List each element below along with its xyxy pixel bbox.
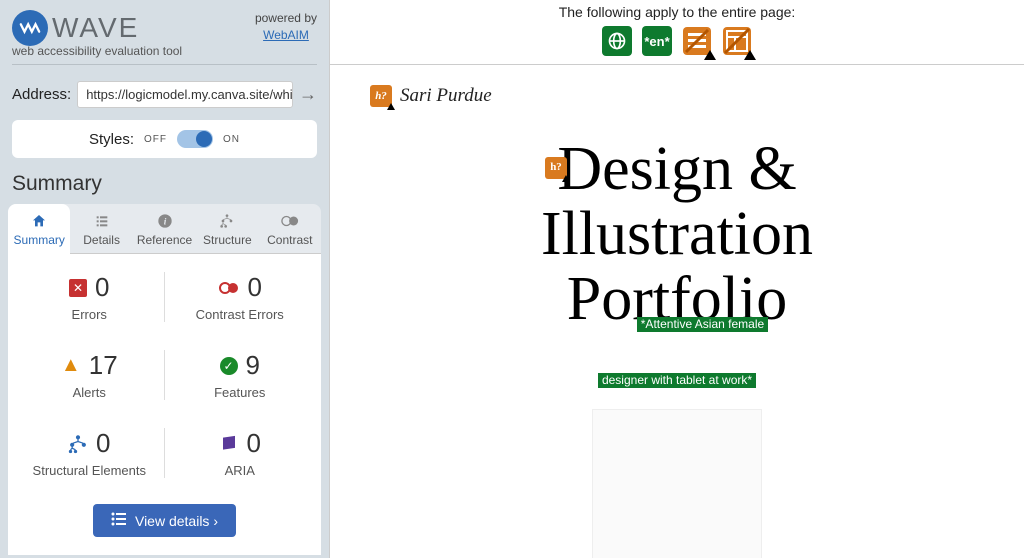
stat-aria[interactable]: 0 ARIA (165, 428, 316, 478)
stat-label: Structural Elements (33, 463, 146, 478)
language-icon[interactable] (602, 26, 632, 56)
no-regions-icon[interactable] (682, 26, 712, 56)
warning-triangle-icon (562, 175, 570, 182)
tab-details[interactable]: Details (70, 204, 132, 254)
sidebar-tabs: Summary Details i Reference Structure Co… (8, 204, 321, 254)
stat-alerts[interactable]: ▲ 17 Alerts (14, 350, 165, 400)
tab-label: Structure (203, 233, 252, 247)
stat-label: Contrast Errors (196, 307, 284, 322)
hero-image-placeholder (592, 409, 762, 558)
stat-label: Features (214, 385, 265, 400)
toggle-knob (196, 131, 212, 147)
go-arrow-icon[interactable]: → (299, 84, 317, 105)
main-content: The following apply to the entire page: … (330, 0, 1024, 558)
contrast-errors-icon (218, 278, 240, 298)
logo-area: WAVE (12, 10, 139, 46)
structure-icon (68, 434, 88, 454)
list-icon (93, 212, 111, 230)
header-top: WAVE powered by WebAIM (12, 10, 317, 46)
webaim-link[interactable]: WebAIM (263, 28, 309, 42)
features-icon: ✓ (220, 357, 238, 375)
tab-summary[interactable]: Summary (8, 204, 70, 254)
tab-structure[interactable]: Structure (196, 204, 258, 254)
stat-errors[interactable]: ✕ 0 Errors (14, 272, 165, 322)
powered-by: powered by WebAIM (255, 10, 317, 44)
alerts-icon: ▲ (61, 356, 81, 376)
hero-line-1: Design & (370, 137, 984, 202)
logo-text: WAVE (52, 12, 139, 44)
tagline: web accessibility evaluation tool (12, 44, 317, 58)
tab-label: Contrast (267, 233, 312, 247)
tab-label: Summary (14, 233, 65, 247)
stat-value: 0 (247, 428, 261, 459)
styles-toggle-row: Styles: OFF ON (12, 120, 317, 158)
warning-triangle-icon (744, 50, 756, 60)
stat-value: 0 (96, 428, 110, 459)
wave-sidebar: WAVE powered by WebAIM web accessibility… (0, 0, 330, 558)
styles-toggle[interactable] (177, 130, 213, 148)
address-label: Address: (12, 86, 71, 103)
wave-logo-icon (12, 10, 48, 46)
stat-value: 9 (246, 350, 260, 381)
page-level-icons: *en* (330, 26, 1024, 65)
tab-label: Reference (137, 233, 192, 247)
tab-contrast[interactable]: Contrast (259, 204, 321, 254)
styles-label: Styles: (89, 131, 134, 148)
hero-heading: h? Design & Illustration Portfolio *Atte… (370, 137, 984, 558)
stat-value: 0 (248, 272, 262, 303)
list-icon (111, 512, 127, 529)
alt-text-badge[interactable]: *Attentive Asian female (637, 317, 768, 332)
lang-en-badge[interactable]: *en* (642, 26, 672, 56)
button-label: View details › (135, 513, 218, 529)
errors-icon: ✕ (69, 279, 87, 297)
page-notice: The following apply to the entire page: (330, 0, 1024, 26)
powered-label: powered by (255, 11, 317, 25)
stat-features[interactable]: ✓ 9 Features (165, 350, 316, 400)
sidebar-header: WAVE powered by WebAIM web accessibility… (0, 0, 329, 73)
heading-marker-icon[interactable]: h? (370, 85, 392, 107)
author-row: h? Sari Purdue (370, 85, 984, 107)
svg-text:i: i (163, 217, 166, 227)
summary-grid: ✕ 0 Errors 0 Contrast Errors ▲ 17 Alerts (8, 254, 321, 496)
page-preview: h? Sari Purdue h? Design & Illustration … (330, 65, 1024, 558)
aria-icon (219, 434, 239, 454)
stat-contrast-errors[interactable]: 0 Contrast Errors (165, 272, 316, 322)
stat-structural[interactable]: 0 Structural Elements (14, 428, 165, 478)
stat-label: Errors (72, 307, 107, 322)
tab-label: Details (83, 233, 120, 247)
styles-off-label: OFF (144, 134, 167, 145)
heading-marker-icon[interactable]: h? (545, 157, 567, 179)
tab-reference[interactable]: i Reference (133, 204, 196, 254)
address-row: Address: https://logicmodel.my.canva.sit… (0, 73, 329, 116)
no-headings-icon[interactable] (722, 26, 752, 56)
alt-text-badge[interactable]: designer with tablet at work* (598, 373, 756, 388)
home-icon (30, 212, 48, 230)
author-name: Sari Purdue (400, 85, 492, 107)
styles-on-label: ON (223, 134, 240, 145)
address-input[interactable]: https://logicmodel.my.canva.site/white-b… (77, 81, 293, 108)
info-icon: i (156, 212, 174, 230)
stat-label: Alerts (73, 385, 106, 400)
hero-line-2: Illustration (370, 202, 984, 267)
header-divider (12, 64, 317, 65)
stat-label: ARIA (225, 463, 255, 478)
stat-value: 17 (89, 350, 118, 381)
warning-triangle-icon (387, 103, 395, 110)
warning-triangle-icon (704, 50, 716, 60)
details-button-wrap: View details › (8, 496, 321, 555)
stat-value: 0 (95, 272, 109, 303)
section-title: Summary (0, 166, 329, 202)
tree-icon (218, 212, 236, 230)
contrast-icon (281, 212, 299, 230)
view-details-button[interactable]: View details › (93, 504, 236, 537)
